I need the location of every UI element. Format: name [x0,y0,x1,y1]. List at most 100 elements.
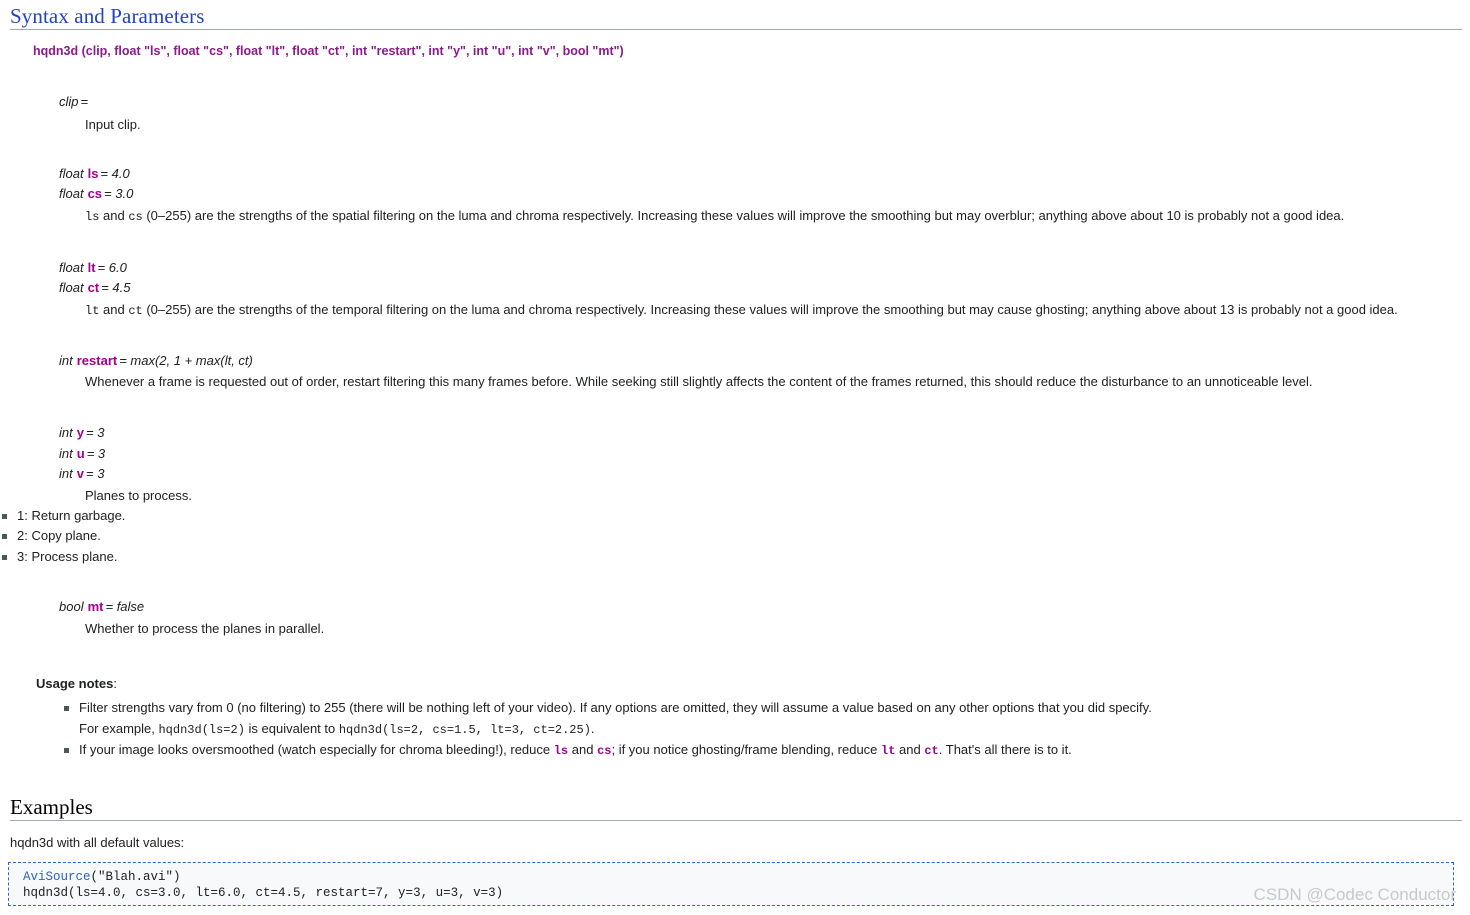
param-type: int [59,352,73,368]
param-default: 3 [97,425,105,440]
documentation-page: Syntax and Parameters hqdn3d (clip, floa… [0,0,1470,915]
param-type: clip [59,94,79,109]
param-signature: float cs = 3.0 [0,184,1470,205]
param-signature: int v = 3 [0,464,1470,485]
examples-caption: hqdn3d with all default values: [10,835,185,850]
desc-text: If your image looks oversmoothed (watch … [79,742,554,757]
inline-code: hqdn3d(ls=2) [158,722,245,737]
param-description: ls and cs (0–255) are the strengths of t… [0,205,1470,227]
desc-text: is equivalent to [244,720,339,736]
list-item: If your image looks oversmoothed (watch … [62,740,1452,762]
heading-divider-examples [10,820,1462,821]
param-type: float [59,280,84,295]
usage-notes-list: Filter strengths vary from 0 (no filteri… [62,698,1452,762]
param-default: 4.0 [111,165,130,181]
usage-notes-title: Usage notes: [36,676,117,691]
desc-text: . That's all there is to it. [938,742,1072,757]
param-name: ls [87,165,99,181]
param-default: false [116,599,145,614]
example-code-block[interactable]: AviSource("Blah.avi") hqdn3d(ls=4.0, cs=… [8,862,1454,906]
param-type: int [59,466,73,481]
param-name: lt [87,259,96,275]
param-name: y [76,425,84,440]
desc-text: and [895,742,925,757]
param-equals: = [86,445,95,461]
param-name: u [76,445,85,461]
heading-divider-syntax [10,29,1462,30]
desc-text: and [568,742,598,757]
list-item: 2: Copy plane. [0,526,1470,547]
param-equals: = [80,94,89,109]
param-description: Whenever a frame is requested out of ord… [85,374,1313,389]
inline-code: ct [924,744,939,758]
inline-code: ct [128,303,143,318]
param-clip: clip = Input clip. [0,92,1470,135]
param-name: restart [76,352,118,368]
param-description: Whether to process the planes in paralle… [85,620,325,636]
param-description: lt and ct (0–255) are the strengths of t… [0,299,1470,321]
param-default: max(2, 1 + max(lt, ct) [130,352,253,368]
param-equals: = [97,259,106,275]
param-description: Input clip. [85,116,141,132]
usage-notes-label: Usage notes [36,676,114,691]
desc-text: and [99,301,129,317]
param-equals: = [100,165,109,181]
param-type: float [59,186,84,201]
param-y-u-v: int y = 3 int u = 3 int v = 3 Planes to proces… [0,423,1470,567]
list-item: 1: Return garbage. [0,506,1470,527]
param-name: mt [87,599,104,614]
param-equals: = [85,466,94,481]
param-type: int [59,425,73,440]
param-name: v [76,466,84,481]
param-restart: int restart = max(2, 1 + max(lt, ct) Whene… [0,351,1470,393]
usage-note-example: For example, hqdn3d(ls=2) is equivalent … [79,719,1452,741]
code-line-2: hqdn3d(ls=4.0, cs=3.0, lt=6.0, ct=4.5, r… [23,885,504,900]
list-item: Filter strengths vary from 0 (no filteri… [62,698,1452,740]
page-title-syntax-and-parameters: Syntax and Parameters [10,4,205,28]
list-item: 3: Process plane. [0,547,1470,568]
inline-code: ls [85,209,100,224]
param-ls-cs: float ls = 4.0 float cs = 3.0 ls and cs (0–2… [0,164,1470,227]
param-signature: float ct = 4.5 [0,278,1470,299]
param-equals: = [101,280,109,295]
param-signature: int u = 3 [0,444,1470,465]
param-signature: bool mt = false [0,597,1470,618]
desc-text: and [99,207,129,223]
inline-code: cs [128,209,143,224]
page-title-examples: Examples [10,795,93,819]
desc-text: (0–255) are the strengths of the tempora… [142,301,1398,317]
param-equals: = [119,352,127,368]
param-signature: clip = [0,92,1470,113]
param-type: bool [59,599,84,614]
param-signature: float ls = 4.0 [0,164,1470,185]
code-args: ("Blah.avi") [90,870,181,884]
csdn-watermark: CSDN @Codec Conductor [1253,885,1456,904]
usage-notes-colon: : [113,676,117,691]
code-function-name: AviSource [23,870,91,884]
param-mt: bool mt = false Whether to process the pla… [0,597,1470,639]
desc-text: (0–255) are the strengths of the spatial… [142,207,1345,223]
param-default: 3.0 [115,186,134,201]
param-type: float [59,259,84,275]
param-equals: = [105,599,114,614]
param-description: Planes to process. [85,487,192,503]
function-signature: hqdn3d (clip, float "ls", float "cs", fl… [33,44,624,58]
inline-code: hqdn3d(ls=2, cs=1.5, lt=3, ct=2.25) [338,722,591,737]
param-signature: float lt = 6.0 [0,258,1470,279]
desc-text: For example, [79,720,159,736]
desc-text: ; if you notice ghosting/frame blending,… [611,742,882,757]
param-type: int [59,445,73,461]
parameter-list: clip = Input clip. float ls = 4.0 float cs = … [0,92,1470,639]
param-default: 6.0 [108,259,127,275]
planes-option-list: 1: Return garbage. 2: Copy plane. 3: Pro… [0,506,1470,568]
param-name: cs [87,186,103,201]
param-type: float [59,165,84,181]
param-default: 3 [97,466,105,481]
param-equals: = [104,186,112,201]
inline-code: ls [553,744,569,758]
param-lt-ct: float lt = 6.0 float ct = 4.5 lt and ct (0–2… [0,258,1470,321]
inline-code: lt [85,303,100,318]
param-default: 3 [97,445,106,461]
param-equals: = [85,425,94,440]
param-name: ct [87,280,100,295]
